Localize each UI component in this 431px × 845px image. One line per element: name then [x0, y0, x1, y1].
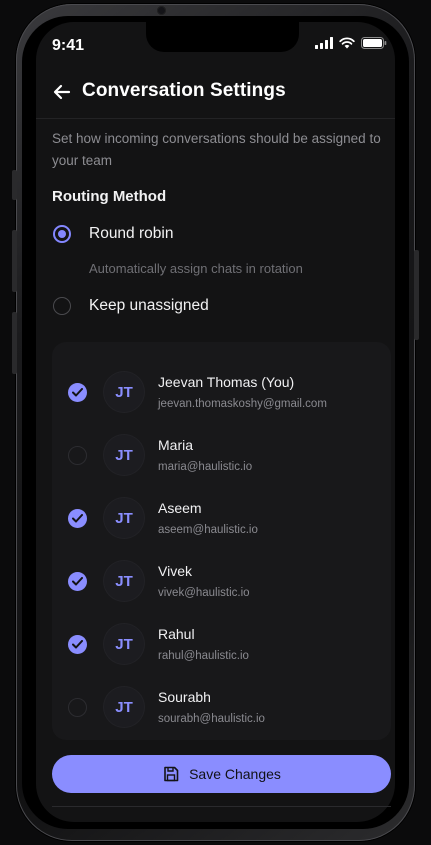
page-description: Set how incoming conversations should be…	[52, 131, 381, 168]
save-changes-button[interactable]: Save Changes	[52, 755, 391, 793]
radio-keep-unassigned[interactable]	[53, 297, 71, 315]
arrow-left-icon	[53, 84, 71, 100]
team-members-card: JT Jeevan Thomas (You) jeevan.thomaskosh…	[52, 342, 391, 740]
check-icon	[72, 640, 83, 649]
member-email: sourabh@haulistic.io	[158, 713, 265, 725]
radio-label-keep-unassigned[interactable]: Keep unassigned	[89, 297, 209, 315]
member-email: rahul@haulistic.io	[158, 650, 249, 662]
bottom-divider	[52, 806, 391, 807]
member-email: maria@haulistic.io	[158, 461, 253, 473]
back-button[interactable]	[52, 82, 72, 102]
side-button-power	[414, 250, 419, 340]
member-email: jeevan.thomaskoshy@gmail.com	[158, 398, 327, 410]
camera-icon	[157, 6, 166, 15]
wifi-icon	[339, 37, 355, 49]
status-icons	[315, 37, 387, 49]
check-icon	[72, 388, 83, 397]
side-button-mute	[12, 170, 17, 200]
member-name: Aseem	[158, 500, 202, 516]
member-row[interactable]: JT Maria maria@haulistic.io	[52, 413, 391, 476]
member-row[interactable]: JT Sourabh sourabh@haulistic.io	[52, 665, 391, 728]
member-name: Rahul	[158, 626, 195, 642]
check-icon	[72, 514, 83, 523]
member-checkbox[interactable]	[68, 446, 87, 465]
header-divider	[36, 118, 395, 119]
dynamic-island	[146, 22, 299, 52]
avatar: JT	[104, 372, 144, 412]
routing-method-title: Routing Method	[52, 188, 167, 205]
signal-icon	[315, 37, 333, 49]
member-row[interactable]: JT Rahul rahul@haulistic.io	[52, 602, 391, 665]
avatar: JT	[104, 498, 144, 538]
member-name: Sourabh	[158, 689, 211, 705]
member-checkbox[interactable]	[68, 572, 87, 591]
member-name: Vivek	[158, 563, 192, 579]
page-title: Conversation Settings	[82, 80, 286, 101]
avatar: JT	[104, 435, 144, 475]
header: Conversation Settings	[0, 0, 431, 118]
avatar: JT	[104, 687, 144, 727]
member-checkbox[interactable]	[68, 698, 87, 717]
member-row[interactable]: JT Aseem aseem@haulistic.io	[52, 476, 391, 539]
member-email: vivek@haulistic.io	[158, 587, 250, 599]
member-checkbox[interactable]	[68, 635, 87, 654]
side-button-volume-down	[12, 312, 17, 374]
radio-round-robin[interactable]	[53, 225, 71, 243]
avatar: JT	[104, 561, 144, 601]
side-button-volume-up	[12, 230, 17, 292]
member-checkbox[interactable]	[68, 383, 87, 402]
member-row[interactable]: JT Jeevan Thomas (You) jeevan.thomaskosh…	[52, 350, 391, 413]
member-name: Jeevan Thomas (You)	[158, 374, 295, 390]
check-icon	[72, 577, 83, 586]
save-changes-label: Save Changes	[189, 766, 281, 782]
battery-icon	[361, 37, 387, 49]
member-row[interactable]: JT Vivek vivek@haulistic.io	[52, 539, 391, 602]
round-robin-help: Automatically assign chats in rotation	[89, 261, 303, 276]
radio-label-round-robin[interactable]: Round robin	[89, 225, 173, 243]
status-time: 9:41	[52, 37, 85, 54]
member-name: Maria	[158, 437, 194, 453]
save-icon	[164, 766, 179, 782]
member-email: aseem@haulistic.io	[158, 524, 258, 536]
avatar: JT	[104, 624, 144, 664]
member-checkbox[interactable]	[68, 509, 87, 528]
